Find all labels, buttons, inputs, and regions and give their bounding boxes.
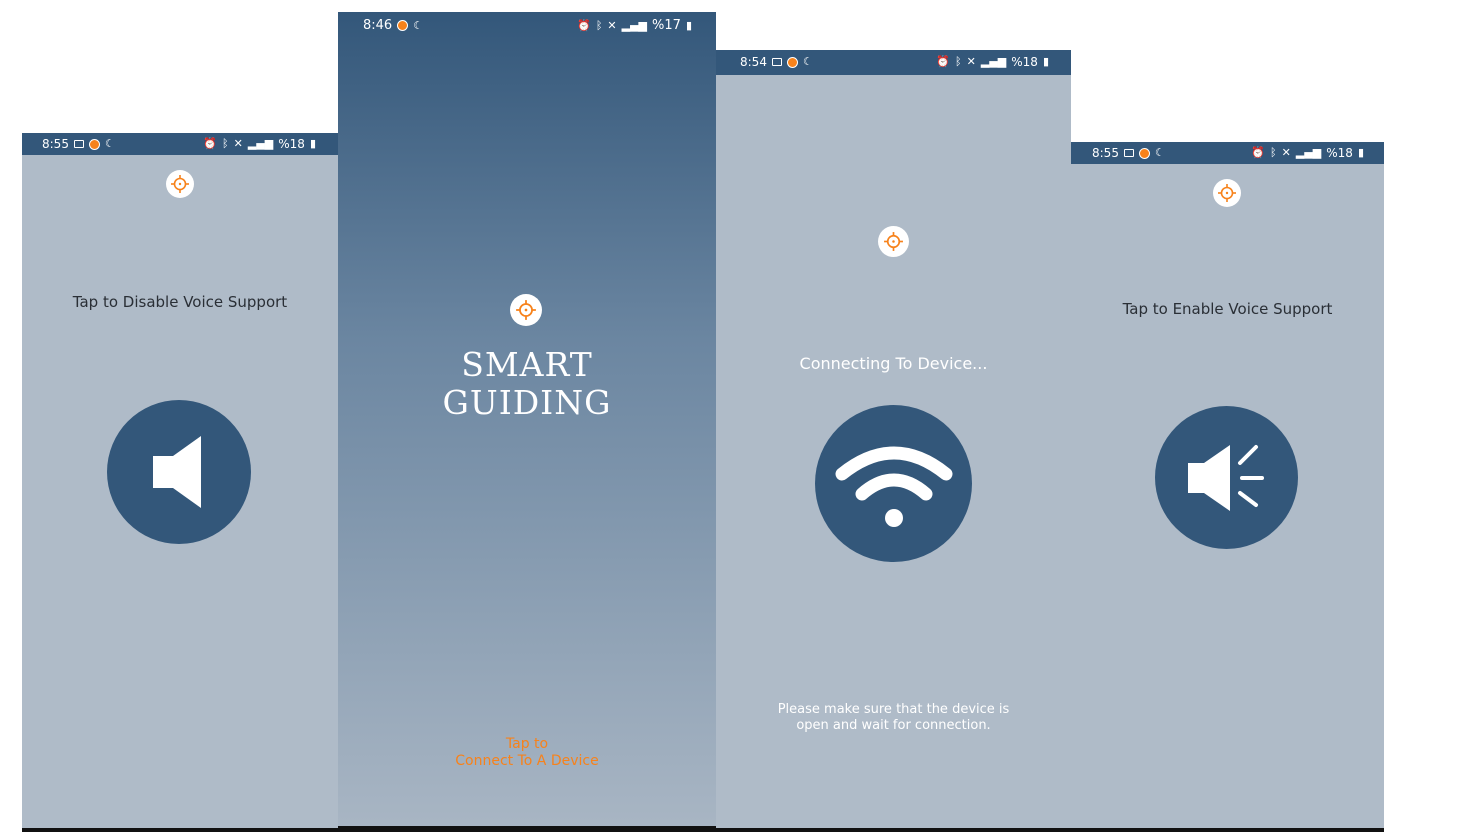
nav-bar bbox=[338, 826, 716, 832]
status-battery: %18 bbox=[278, 137, 305, 151]
status-bar: 8:55 ☾ ⏰ ᛒ ✕ ▂▄▆ %18 ▮ bbox=[1071, 142, 1384, 164]
mute-icon: ✕ bbox=[966, 55, 976, 68]
app-logo bbox=[878, 226, 909, 257]
moon-icon: ☾ bbox=[413, 18, 424, 32]
crosshair-logo-icon bbox=[171, 175, 189, 193]
moon-icon: ☾ bbox=[104, 137, 115, 150]
alarm-icon: ⏰ bbox=[936, 55, 951, 68]
alarm-icon: ⏰ bbox=[577, 18, 591, 32]
enable-voice-prompt: Tap to Enable Voice Support bbox=[1122, 300, 1333, 318]
screen-splash: 8:46 ☾ ⏰ ᛒ ✕ ▂▄▆ %17 ▮ SMART GUIDING Tap… bbox=[338, 12, 716, 832]
bluetooth-icon: ᛒ bbox=[595, 18, 603, 32]
signal-icon: ▂▄▆ bbox=[621, 18, 648, 32]
connection-note-line2: open and wait for connection. bbox=[796, 718, 991, 733]
notification-dot-icon bbox=[88, 138, 100, 150]
wifi-connection-indicator[interactable] bbox=[815, 405, 972, 562]
status-time: 8:46 bbox=[363, 18, 393, 33]
gallery-icon bbox=[771, 58, 782, 66]
connect-device-link[interactable]: Tap to Connect To A Device bbox=[338, 736, 716, 770]
connecting-heading: Connecting To Device... bbox=[799, 354, 988, 373]
status-bar: 8:46 ☾ ⏰ ᛒ ✕ ▂▄▆ %17 ▮ bbox=[338, 12, 716, 38]
speaker-on-icon bbox=[1187, 444, 1264, 511]
moon-icon: ☾ bbox=[802, 55, 813, 68]
signal-icon: ▂▄▆ bbox=[247, 137, 274, 150]
app-logo bbox=[166, 170, 194, 198]
nav-bar bbox=[1071, 828, 1384, 832]
status-time: 8:55 bbox=[1092, 146, 1119, 160]
status-time: 8:55 bbox=[42, 137, 69, 151]
crosshair-logo-icon bbox=[1218, 184, 1236, 202]
app-title: SMART GUIDING bbox=[338, 346, 716, 422]
status-battery: %18 bbox=[1326, 146, 1353, 160]
speaker-muted-icon bbox=[153, 436, 201, 508]
status-battery: %17 bbox=[652, 18, 681, 33]
notification-dot-icon bbox=[786, 56, 798, 68]
mute-icon: ✕ bbox=[607, 18, 617, 32]
app-title-line2: GUIDING bbox=[442, 383, 612, 422]
connection-note: Please make sure that the device is open… bbox=[716, 702, 1071, 734]
app-title-line1: SMART bbox=[461, 345, 593, 384]
bluetooth-icon: ᛒ bbox=[222, 137, 229, 150]
bluetooth-icon: ᛒ bbox=[1270, 146, 1277, 159]
battery-icon: ▮ bbox=[685, 18, 692, 32]
connect-tap-line: Tap to bbox=[505, 736, 549, 752]
crosshair-logo-icon bbox=[516, 300, 536, 320]
app-logo bbox=[510, 294, 542, 326]
status-time: 8:54 bbox=[740, 55, 767, 69]
app-logo bbox=[1213, 179, 1241, 207]
signal-icon: ▂▄▆ bbox=[980, 55, 1007, 68]
alarm-icon: ⏰ bbox=[1251, 146, 1266, 159]
screen-connecting: 8:54 ☾ ⏰ ᛒ ✕ ▂▄▆ %18 ▮ Connecting To Dev… bbox=[716, 50, 1071, 832]
status-bar: 8:54 ☾ ⏰ ᛒ ✕ ▂▄▆ %18 ▮ bbox=[716, 50, 1071, 75]
screen-enable-voice: 8:55 ☾ ⏰ ᛒ ✕ ▂▄▆ %18 ▮ Tap to Enable Voi… bbox=[1071, 142, 1384, 832]
notification-dot-icon bbox=[1138, 147, 1150, 159]
connect-device-line: Connect To A Device bbox=[455, 753, 599, 769]
mute-icon: ✕ bbox=[233, 137, 243, 150]
battery-icon: ▮ bbox=[1357, 146, 1364, 159]
nav-bar bbox=[716, 828, 1071, 832]
connection-note-line1: Please make sure that the device is bbox=[777, 702, 1010, 717]
battery-icon: ▮ bbox=[309, 137, 316, 150]
crosshair-logo-icon bbox=[884, 232, 903, 251]
moon-icon: ☾ bbox=[1154, 146, 1165, 159]
nav-bar bbox=[22, 828, 338, 832]
alarm-icon: ⏰ bbox=[203, 137, 218, 150]
bluetooth-icon: ᛒ bbox=[955, 55, 962, 68]
gallery-icon bbox=[73, 140, 84, 148]
status-bar: 8:55 ☾ ⏰ ᛒ ✕ ▂▄▆ %18 ▮ bbox=[22, 133, 338, 155]
signal-icon: ▂▄▆ bbox=[1295, 146, 1322, 159]
battery-icon: ▮ bbox=[1042, 55, 1049, 68]
mute-icon: ✕ bbox=[1281, 146, 1291, 159]
disable-voice-prompt: Tap to Disable Voice Support bbox=[72, 293, 288, 311]
status-battery: %18 bbox=[1011, 55, 1038, 69]
wifi-icon bbox=[835, 446, 952, 527]
notification-dot-icon bbox=[397, 20, 409, 31]
voice-toggle-button[interactable] bbox=[1155, 406, 1298, 549]
voice-toggle-button[interactable] bbox=[107, 400, 251, 544]
screen-disable-voice: 8:55 ☾ ⏰ ᛒ ✕ ▂▄▆ %18 ▮ Tap to Disable Vo… bbox=[22, 133, 338, 832]
gallery-icon bbox=[1123, 149, 1134, 157]
